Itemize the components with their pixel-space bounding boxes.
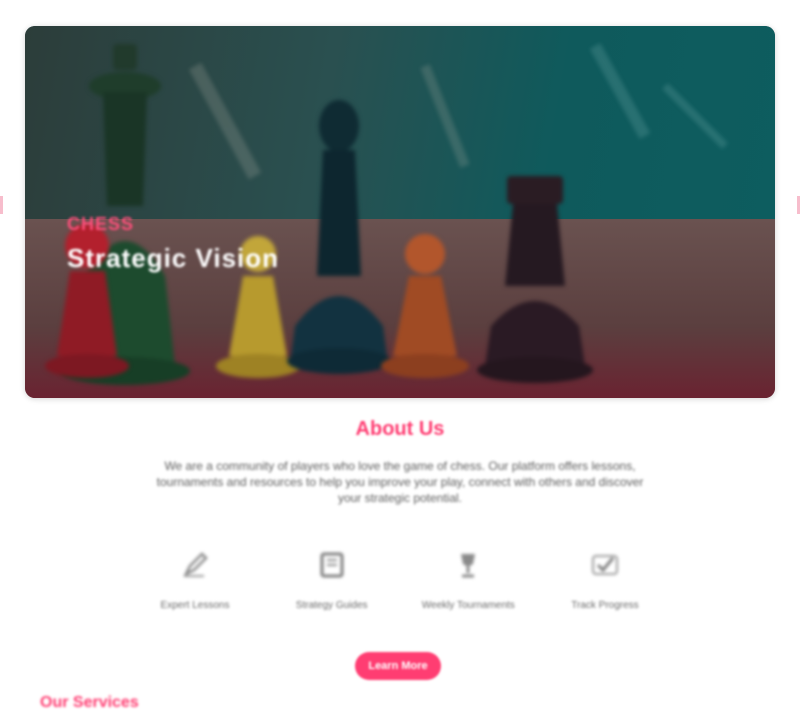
feature-item[interactable]: Expert Lessons — [130, 536, 260, 626]
feature-item[interactable]: Weekly Tournaments — [403, 536, 533, 626]
check-icon — [586, 546, 624, 584]
feature-item[interactable]: Track Progress — [540, 536, 670, 626]
trophy-icon — [449, 546, 487, 584]
pen-icon — [176, 546, 214, 584]
page: Chess Strategic Vision About Us We are a… — [0, 0, 800, 711]
dark-queen-piece — [287, 100, 391, 374]
feature-item[interactable]: Strategy Guides — [267, 536, 397, 626]
feature-label: Track Progress — [571, 600, 639, 611]
about-heading: About Us — [355, 418, 445, 440]
feature-label: Expert Lessons — [160, 600, 230, 611]
hero-text-block: Chess Strategic Vision — [67, 214, 279, 274]
book-icon — [313, 546, 351, 584]
feature-label: Strategy Guides — [295, 600, 368, 611]
hero-title: Strategic Vision — [67, 243, 280, 273]
orange-pawn-piece — [381, 234, 469, 378]
hero-eyebrow: Chess — [67, 214, 135, 234]
about-description: We are a community of players who love t… — [156, 459, 644, 505]
hero-banner: Chess Strategic Vision — [25, 26, 775, 398]
learn-more-button[interactable]: Learn More — [355, 652, 441, 680]
dark-rook-piece — [477, 176, 593, 383]
feature-label: Weekly Tournaments — [421, 600, 515, 611]
next-section-heading: Our Services — [40, 694, 139, 711]
features-row: Expert Lessons Strategy Guides Weekly To… — [130, 536, 670, 626]
left-edge-accent — [0, 196, 3, 214]
chess-pieces-image — [45, 43, 728, 385]
